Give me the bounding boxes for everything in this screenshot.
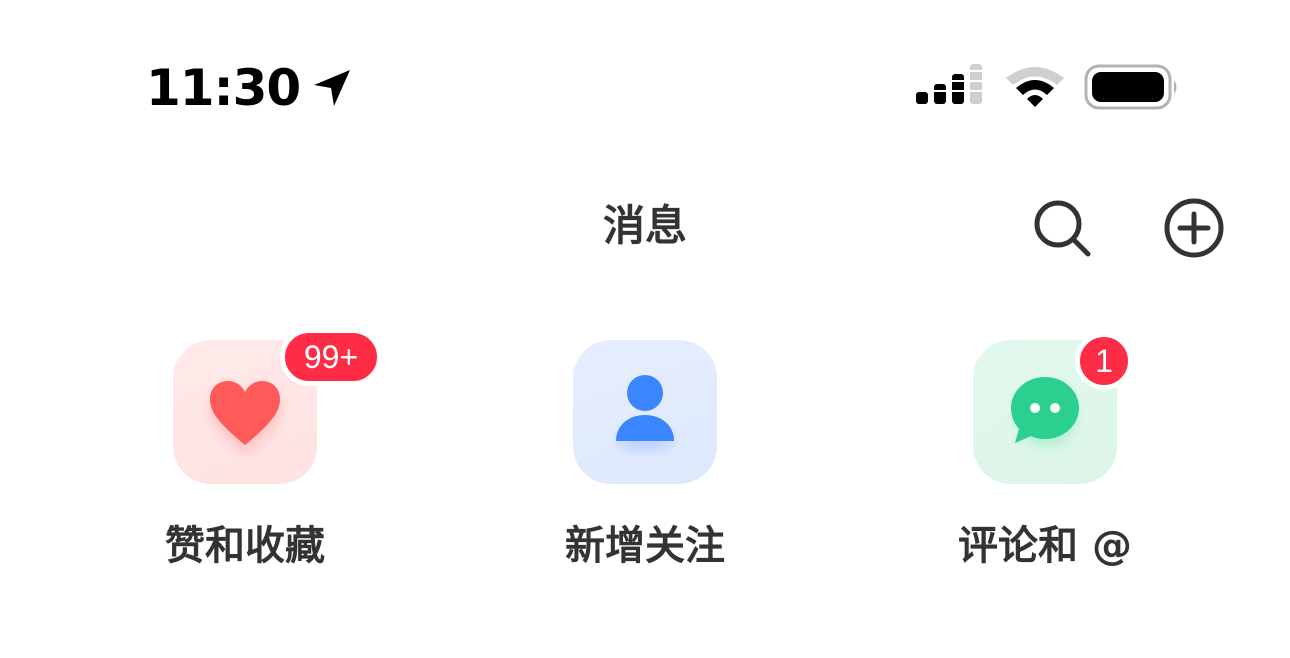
comments-unread-badge: 1: [1075, 332, 1133, 390]
person-icon: [616, 375, 674, 451]
likes-unread-badge: 99+: [280, 328, 382, 386]
search-button[interactable]: [1030, 196, 1094, 260]
page-title: 消息: [602, 201, 687, 250]
battery-icon: [1084, 64, 1177, 110]
location-arrow-icon: [310, 66, 354, 110]
time-label: 11:30: [146, 59, 301, 117]
new-followers-label: 新增关注: [565, 523, 725, 569]
plus-circle-icon: [1164, 198, 1224, 258]
status-bar-time: 11:30: [146, 58, 354, 118]
messages-screen: 11:30 消息 99+ 赞和收藏 新增关注 1 评论和 @: [0, 0, 1290, 658]
followers-icon-tile: [573, 340, 717, 484]
comments-and-mentions-label: 评论和 @: [958, 523, 1132, 569]
comments-and-mentions-entry[interactable]: 1 评论和 @: [925, 332, 1165, 580]
wifi-icon: [1006, 67, 1064, 107]
likes-and-collections-label: 赞和收藏: [165, 523, 325, 569]
heart-icon: [209, 381, 281, 455]
likes-and-collections-entry[interactable]: 99+ 赞和收藏: [125, 328, 382, 580]
cellular-signal-icon: [916, 64, 982, 104]
add-button[interactable]: [1162, 196, 1226, 260]
chat-bubble-icon: [1011, 377, 1079, 447]
new-followers-entry[interactable]: 新增关注: [525, 340, 765, 580]
status-bar-indicators: [912, 60, 1182, 116]
search-icon: [1034, 200, 1091, 257]
